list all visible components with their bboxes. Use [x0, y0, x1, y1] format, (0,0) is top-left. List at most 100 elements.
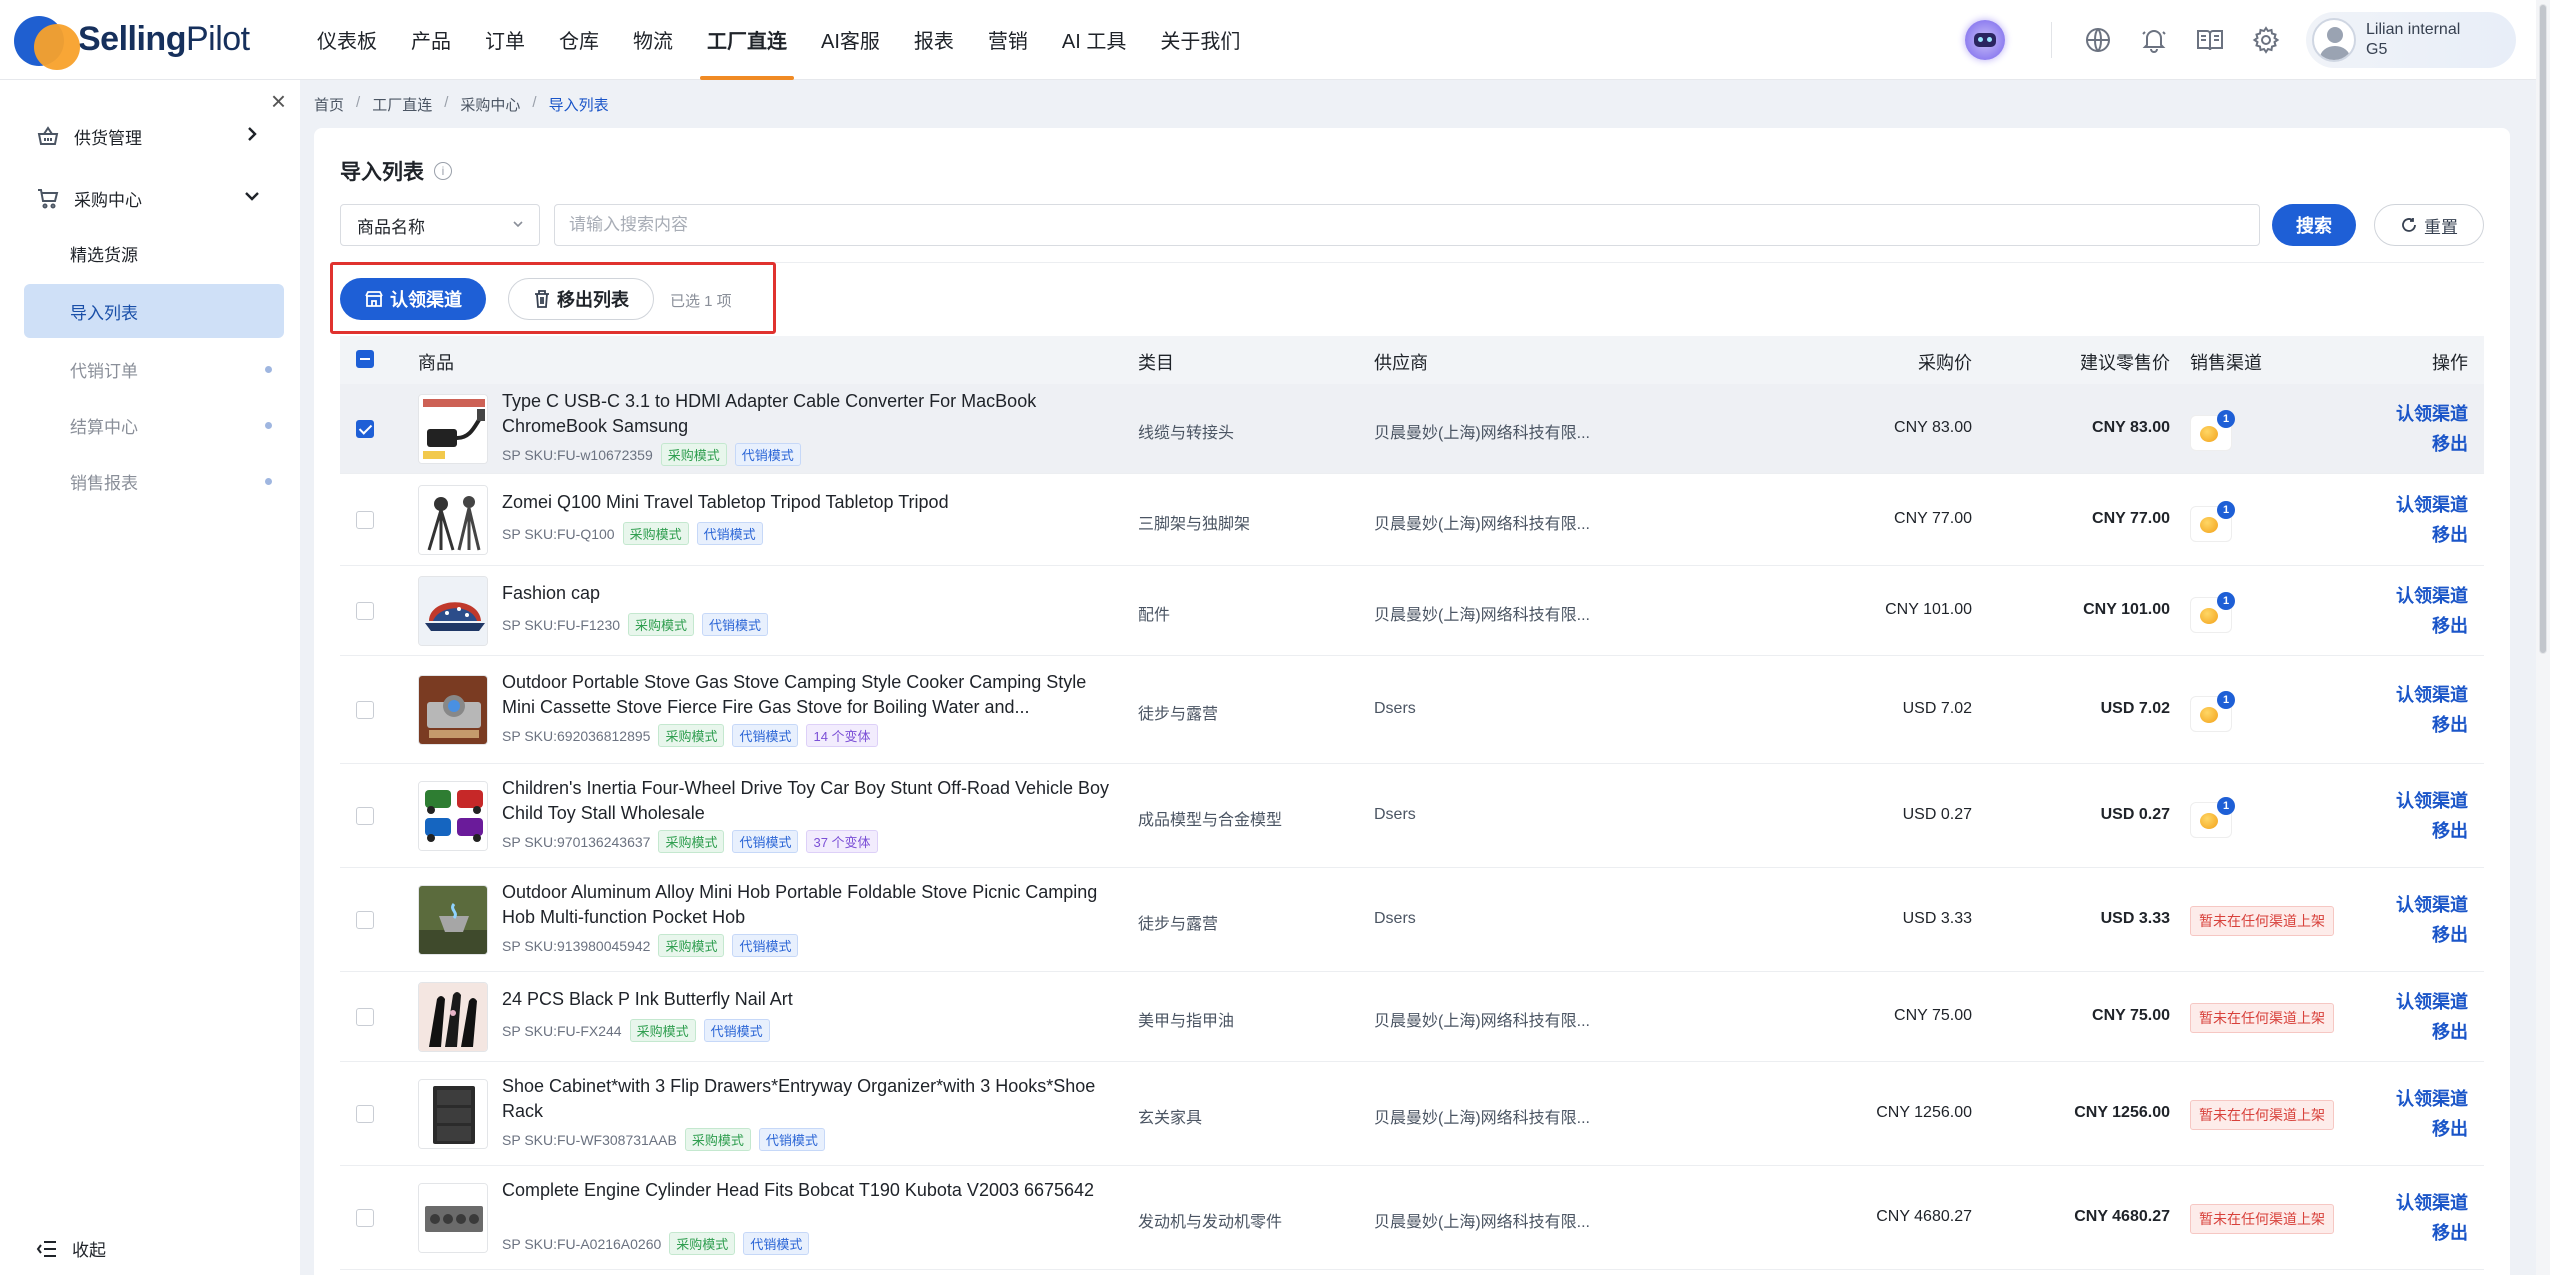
- product-name[interactable]: Zomei Q100 Mini Travel Tabletop Tripod T…: [502, 490, 1112, 515]
- row-checkbox[interactable]: [356, 911, 374, 929]
- table-row[interactable]: Type C USB-C 3.1 to HDMI Adapter Cable C…: [340, 384, 2484, 474]
- nav-item-3[interactable]: 仓库: [542, 0, 616, 80]
- remove-link[interactable]: 移出: [2396, 520, 2468, 550]
- claim-channel-link[interactable]: 认领渠道: [2396, 490, 2468, 520]
- nav-item-8[interactable]: 营销: [971, 0, 1045, 80]
- row-checkbox[interactable]: [356, 1008, 374, 1026]
- robot-assistant-icon[interactable]: [1965, 20, 2005, 60]
- table-row[interactable]: Complete Engine Cylinder Head Fits Bobca…: [340, 1166, 2484, 1270]
- search-button[interactable]: 搜索: [2272, 204, 2356, 246]
- search-field-select[interactable]: 商品名称: [340, 204, 540, 246]
- remove-link[interactable]: 移出: [2396, 429, 2468, 459]
- sidebar-item-4[interactable]: 销售报表: [24, 454, 284, 508]
- breadcrumb-home[interactable]: 首页: [314, 94, 344, 115]
- remove-link[interactable]: 移出: [2396, 1114, 2468, 1144]
- table-row[interactable]: 24 PCS Black P Ink Butterfly Nail Art SP…: [340, 972, 2484, 1062]
- product-name[interactable]: Type C USB-C 3.1 to HDMI Adapter Cable C…: [502, 389, 1112, 439]
- stove-thumb[interactable]: [418, 675, 488, 745]
- product-name[interactable]: Outdoor Aluminum Alloy Mini Hob Portable…: [502, 880, 1112, 930]
- claim-channel-link[interactable]: 认领渠道: [2396, 680, 2468, 710]
- shoe-cabinet-thumb[interactable]: [418, 1079, 488, 1149]
- user-menu[interactable]: Lilian internal G5: [2306, 12, 2516, 68]
- claim-channel-link[interactable]: 认领渠道: [2396, 581, 2468, 611]
- breadcrumb-purchase-center[interactable]: 采购中心: [460, 94, 520, 115]
- mini-hob-thumb[interactable]: [418, 885, 488, 955]
- sellingpilot-logo[interactable]: SellingPilot: [12, 10, 272, 70]
- globe-icon[interactable]: [2080, 22, 2116, 58]
- remove-from-list-button[interactable]: 移出列表: [508, 278, 654, 320]
- sidebar-item-2[interactable]: 代销订单: [24, 342, 284, 396]
- sidebar-item-0[interactable]: 精选货源: [24, 226, 284, 280]
- nav-item-0[interactable]: 仪表板: [300, 0, 394, 80]
- gear-icon[interactable]: [2248, 22, 2284, 58]
- nav-item-7[interactable]: 报表: [897, 0, 971, 80]
- table-row[interactable]: Outdoor Aluminum Alloy Mini Hob Portable…: [340, 868, 2484, 972]
- row-checkbox[interactable]: [356, 701, 374, 719]
- table-row[interactable]: Zomei Q100 Mini Travel Tabletop Tripod T…: [340, 474, 2484, 566]
- cap-thumb[interactable]: [418, 576, 488, 646]
- variants-tag[interactable]: 14 个变体: [806, 724, 878, 747]
- nav-item-9[interactable]: AI 工具: [1045, 0, 1143, 80]
- sidebar-item-1[interactable]: 导入列表: [24, 284, 284, 338]
- claim-channel-link[interactable]: 认领渠道: [2396, 1188, 2468, 1218]
- claim-channel-link[interactable]: 认领渠道: [2396, 890, 2468, 920]
- sales-channel-icon[interactable]: 1: [2190, 691, 2235, 732]
- product-name[interactable]: Children's Inertia Four-Wheel Drive Toy …: [502, 776, 1112, 826]
- page-scrollbar[interactable]: [2536, 0, 2550, 1275]
- scrollbar-thumb[interactable]: [2539, 4, 2547, 654]
- breadcrumb-factory[interactable]: 工厂直连: [372, 94, 432, 115]
- select-all-checkbox[interactable]: [356, 350, 374, 368]
- table-row[interactable]: Fashion cap SP SKU: FU-F1230 采购模式 代销模式 配…: [340, 566, 2484, 656]
- product-name[interactable]: Shoe Cabinet*with 3 Flip Drawers*Entrywa…: [502, 1074, 1112, 1124]
- tripod-thumb[interactable]: [418, 485, 488, 555]
- table-row[interactable]: Outdoor Portable Stove Gas Stove Camping…: [340, 656, 2484, 764]
- nail-art-thumb[interactable]: [418, 982, 488, 1052]
- product-name[interactable]: Complete Engine Cylinder Head Fits Bobca…: [502, 1178, 1112, 1203]
- product-name[interactable]: 24 PCS Black P Ink Butterfly Nail Art: [502, 987, 1112, 1012]
- product-name[interactable]: Fashion cap: [502, 581, 1112, 606]
- sidebar-item-3[interactable]: 结算中心: [24, 398, 284, 452]
- sales-channel-icon[interactable]: 1: [2190, 592, 2235, 633]
- remove-link[interactable]: 移出: [2396, 920, 2468, 950]
- sales-channel-icon[interactable]: 1: [2190, 797, 2235, 838]
- product-name[interactable]: Outdoor Portable Stove Gas Stove Camping…: [502, 670, 1112, 720]
- remove-link[interactable]: 移出: [2396, 1218, 2468, 1248]
- collapse-sidebar-button[interactable]: 收起: [36, 1236, 106, 1261]
- cylinder-head-thumb[interactable]: [418, 1183, 488, 1253]
- hdmi-adapter-thumb[interactable]: [418, 394, 488, 464]
- nav-item-5[interactable]: 工厂直连: [690, 0, 804, 80]
- nav-item-6[interactable]: AI客服: [804, 0, 897, 80]
- nav-item-10[interactable]: 关于我们: [1143, 0, 1257, 80]
- remove-link[interactable]: 移出: [2396, 1017, 2468, 1047]
- nav-item-4[interactable]: 物流: [616, 0, 690, 80]
- sales-channel-icon[interactable]: 1: [2190, 501, 2235, 542]
- claim-channel-link[interactable]: 认领渠道: [2396, 987, 2468, 1017]
- nav-item-1[interactable]: 产品: [394, 0, 468, 80]
- table-row[interactable]: Children's Inertia Four-Wheel Drive Toy …: [340, 764, 2484, 868]
- claim-channel-link[interactable]: 认领渠道: [2396, 399, 2468, 429]
- sidebar-group-purchase[interactable]: 采购中心: [0, 168, 300, 228]
- claim-channel-link[interactable]: 认领渠道: [2396, 786, 2468, 816]
- row-checkbox[interactable]: [356, 511, 374, 529]
- row-checkbox[interactable]: [356, 1209, 374, 1227]
- remove-link[interactable]: 移出: [2396, 816, 2468, 846]
- variants-tag[interactable]: 37 个变体: [806, 830, 878, 853]
- search-input[interactable]: [554, 204, 2260, 246]
- toy-car-thumb[interactable]: [418, 781, 488, 851]
- table-row[interactable]: Shoe Cabinet*with 3 Flip Drawers*Entrywa…: [340, 1062, 2484, 1166]
- sidebar-group-supply[interactable]: 供货管理: [0, 106, 300, 166]
- row-checkbox[interactable]: [356, 602, 374, 620]
- row-checkbox[interactable]: [356, 1105, 374, 1123]
- claim-channel-link[interactable]: 认领渠道: [2396, 1084, 2468, 1114]
- sales-channel-icon[interactable]: 1: [2190, 410, 2235, 451]
- row-checkbox[interactable]: [356, 807, 374, 825]
- info-icon[interactable]: i: [434, 162, 452, 180]
- bell-icon[interactable]: [2136, 22, 2172, 58]
- nav-item-2[interactable]: 订单: [468, 0, 542, 80]
- row-checkbox[interactable]: [356, 420, 374, 438]
- remove-link[interactable]: 移出: [2396, 611, 2468, 641]
- remove-link[interactable]: 移出: [2396, 710, 2468, 740]
- claim-channel-button[interactable]: 认领渠道: [340, 278, 486, 320]
- reset-button[interactable]: 重置: [2374, 204, 2484, 246]
- book-icon[interactable]: [2192, 22, 2228, 58]
